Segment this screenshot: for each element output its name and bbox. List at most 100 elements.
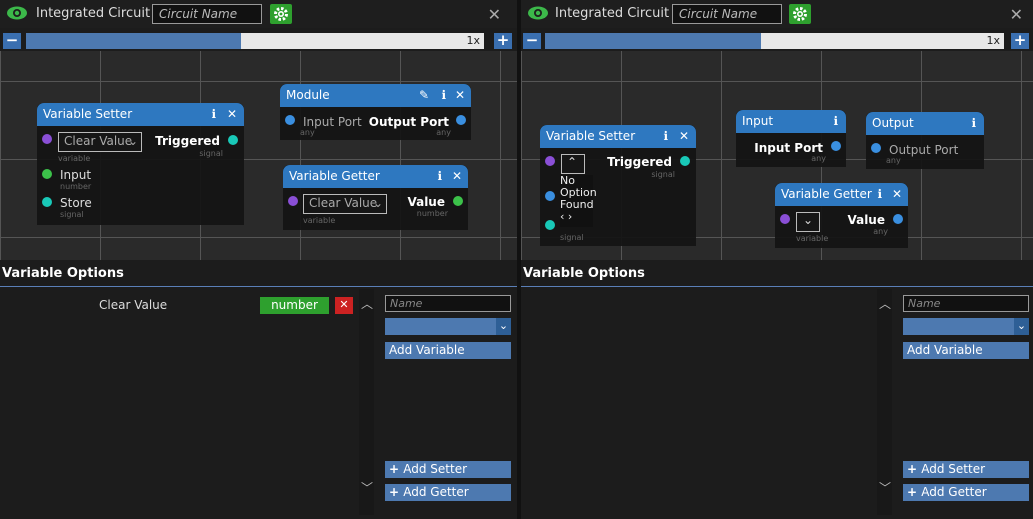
remove-variable-button[interactable]: ✕ xyxy=(335,297,353,314)
zoom-out-button[interactable]: − xyxy=(523,33,541,49)
name-input[interactable]: Name xyxy=(385,295,511,312)
close-icon[interactable]: ✕ xyxy=(455,88,465,102)
circuit-canvas[interactable]: Variable Setter ℹ ✕ Clear Value ⌄ variable … xyxy=(0,51,517,260)
node-title: Output xyxy=(872,116,914,130)
close-icon[interactable]: ✕ xyxy=(679,129,689,143)
info-icon[interactable]: ℹ xyxy=(437,169,442,183)
section-title: Variable Options xyxy=(2,266,124,281)
zoom-slider[interactable]: 1x xyxy=(545,33,1004,49)
scrollbar[interactable]: ︿ ﹀ xyxy=(877,289,892,515)
triggered-port[interactable] xyxy=(228,135,238,145)
variable-port[interactable] xyxy=(545,156,555,166)
zoom-in-button[interactable]: + xyxy=(494,33,512,49)
add-setter-button[interactable]: + Add Setter xyxy=(903,461,1029,478)
node-header[interactable]: Output ℹ xyxy=(866,112,984,135)
value-port[interactable] xyxy=(893,214,903,224)
variable-select[interactable]: Clear Value ⌄ xyxy=(303,194,387,214)
add-variable-button[interactable]: Add Variable xyxy=(385,342,511,359)
circuit-canvas[interactable]: Variable Setter ℹ ✕ ⌃ No Option Found ‹ › … xyxy=(521,51,1033,260)
chevron-left-icon[interactable]: ‹ xyxy=(560,210,564,223)
node-title: Variable Setter xyxy=(43,107,133,121)
chevron-down-icon[interactable]: ﹀ xyxy=(879,479,891,496)
input-port[interactable] xyxy=(545,191,555,201)
store-port[interactable] xyxy=(42,197,52,207)
eye-icon[interactable] xyxy=(527,5,549,21)
zoom-label: 1x xyxy=(466,34,480,47)
close-icon[interactable]: ✕ xyxy=(488,5,501,24)
zoom-in-button[interactable]: + xyxy=(1011,33,1029,49)
info-icon[interactable]: ℹ xyxy=(971,116,976,130)
chevron-up-icon[interactable]: ︿ xyxy=(361,295,373,312)
node-header[interactable]: Variable Setter ℹ ✕ xyxy=(540,125,696,148)
zoom-bar: − 1x + xyxy=(521,31,1033,51)
variable-port[interactable] xyxy=(780,214,790,224)
node-header[interactable]: Input ℹ xyxy=(736,110,846,133)
variable-name: Clear Value xyxy=(99,298,168,312)
scrollbar[interactable]: ︿ ﹀ xyxy=(359,289,374,515)
button-label: Add Getter xyxy=(403,485,469,499)
type-select[interactable]: ⌄ xyxy=(903,318,1029,335)
output-node[interactable]: Output ℹ Output Port any xyxy=(866,112,984,169)
input-port[interactable] xyxy=(871,143,881,153)
close-icon[interactable]: ✕ xyxy=(1010,5,1023,24)
variable-select[interactable]: ⌃ xyxy=(561,154,585,174)
select-value: Clear Value xyxy=(309,196,378,210)
variable-port[interactable] xyxy=(42,134,52,144)
node-header[interactable]: Module ✎ ℹ ✕ xyxy=(280,84,471,107)
node-header[interactable]: Variable Getter ℹ ✕ xyxy=(283,165,468,188)
info-icon[interactable]: ℹ xyxy=(833,114,838,128)
node-header[interactable]: Variable Setter ℹ ✕ xyxy=(37,103,244,126)
edit-icon[interactable]: ✎ xyxy=(419,88,429,102)
variable-select[interactable]: ⌄ xyxy=(796,212,820,232)
settings-button[interactable] xyxy=(789,4,811,24)
variable-port[interactable] xyxy=(288,196,298,206)
port-type: signal xyxy=(199,149,223,158)
port-label: Input Port xyxy=(303,115,362,129)
plus-icon: + xyxy=(389,485,404,499)
output-port[interactable] xyxy=(456,115,466,125)
close-icon[interactable]: ✕ xyxy=(892,187,902,201)
variable-type-badge[interactable]: number xyxy=(260,297,329,314)
add-getter-button[interactable]: + Add Getter xyxy=(903,484,1029,501)
zoom-out-button[interactable]: − xyxy=(3,33,21,49)
store-port[interactable] xyxy=(545,220,555,230)
module-node[interactable]: Module ✎ ℹ ✕ Input Port any Output Port any xyxy=(280,84,471,140)
circuit-name-input[interactable]: Circuit Name xyxy=(672,4,782,24)
circuit-name-input[interactable]: Circuit Name xyxy=(152,4,262,24)
variable-getter-node[interactable]: Variable Getter ℹ ✕ ⌄ variable Value any xyxy=(775,183,908,248)
chevron-down-icon[interactable]: ﹀ xyxy=(361,479,373,496)
zoom-fill xyxy=(545,33,761,49)
variable-select[interactable]: Clear Value ⌄ xyxy=(58,132,142,152)
chevron-up-icon[interactable]: ︿ xyxy=(879,295,891,312)
input-port[interactable] xyxy=(42,169,52,179)
input-port[interactable] xyxy=(285,115,295,125)
chevron-down-icon: ⌄ xyxy=(496,318,511,335)
add-variable-button[interactable]: Add Variable xyxy=(903,342,1029,359)
variable-setter-node[interactable]: Variable Setter ℹ ✕ Clear Value ⌄ variable … xyxy=(37,103,244,225)
zoom-slider[interactable]: 1x xyxy=(26,33,484,49)
add-setter-button[interactable]: + Add Setter xyxy=(385,461,511,478)
input-node[interactable]: Input ℹ Input Port any xyxy=(736,110,846,167)
type-select[interactable]: ⌄ xyxy=(385,318,511,335)
add-getter-button[interactable]: + Add Getter xyxy=(385,484,511,501)
output-port[interactable] xyxy=(831,141,841,151)
eye-icon[interactable] xyxy=(6,5,28,21)
info-icon[interactable]: ℹ xyxy=(663,129,668,143)
left-panel: Integrated Circuit Circuit Name ✕ − 1x +… xyxy=(0,0,517,519)
panel-title: Integrated Circuit xyxy=(555,6,670,21)
settings-button[interactable] xyxy=(270,4,292,24)
triggered-port[interactable] xyxy=(680,156,690,166)
info-icon[interactable]: ℹ xyxy=(441,88,446,102)
close-icon[interactable]: ✕ xyxy=(227,107,237,121)
variable-getter-node[interactable]: Variable Getter ℹ ✕ Clear Value ⌄ variable … xyxy=(283,165,468,230)
chevron-right-icon[interactable]: › xyxy=(568,210,572,223)
name-input[interactable]: Name xyxy=(903,295,1029,312)
port-label: Triggered xyxy=(155,134,220,148)
select-value: Clear Value xyxy=(64,134,133,148)
close-icon[interactable]: ✕ xyxy=(452,169,462,183)
info-icon[interactable]: ℹ xyxy=(877,187,882,201)
variable-setter-node[interactable]: Variable Setter ℹ ✕ ⌃ No Option Found ‹ › … xyxy=(540,125,696,246)
info-icon[interactable]: ℹ xyxy=(211,107,216,121)
node-header[interactable]: Variable Getter ℹ ✕ xyxy=(775,183,908,206)
value-port[interactable] xyxy=(453,196,463,206)
